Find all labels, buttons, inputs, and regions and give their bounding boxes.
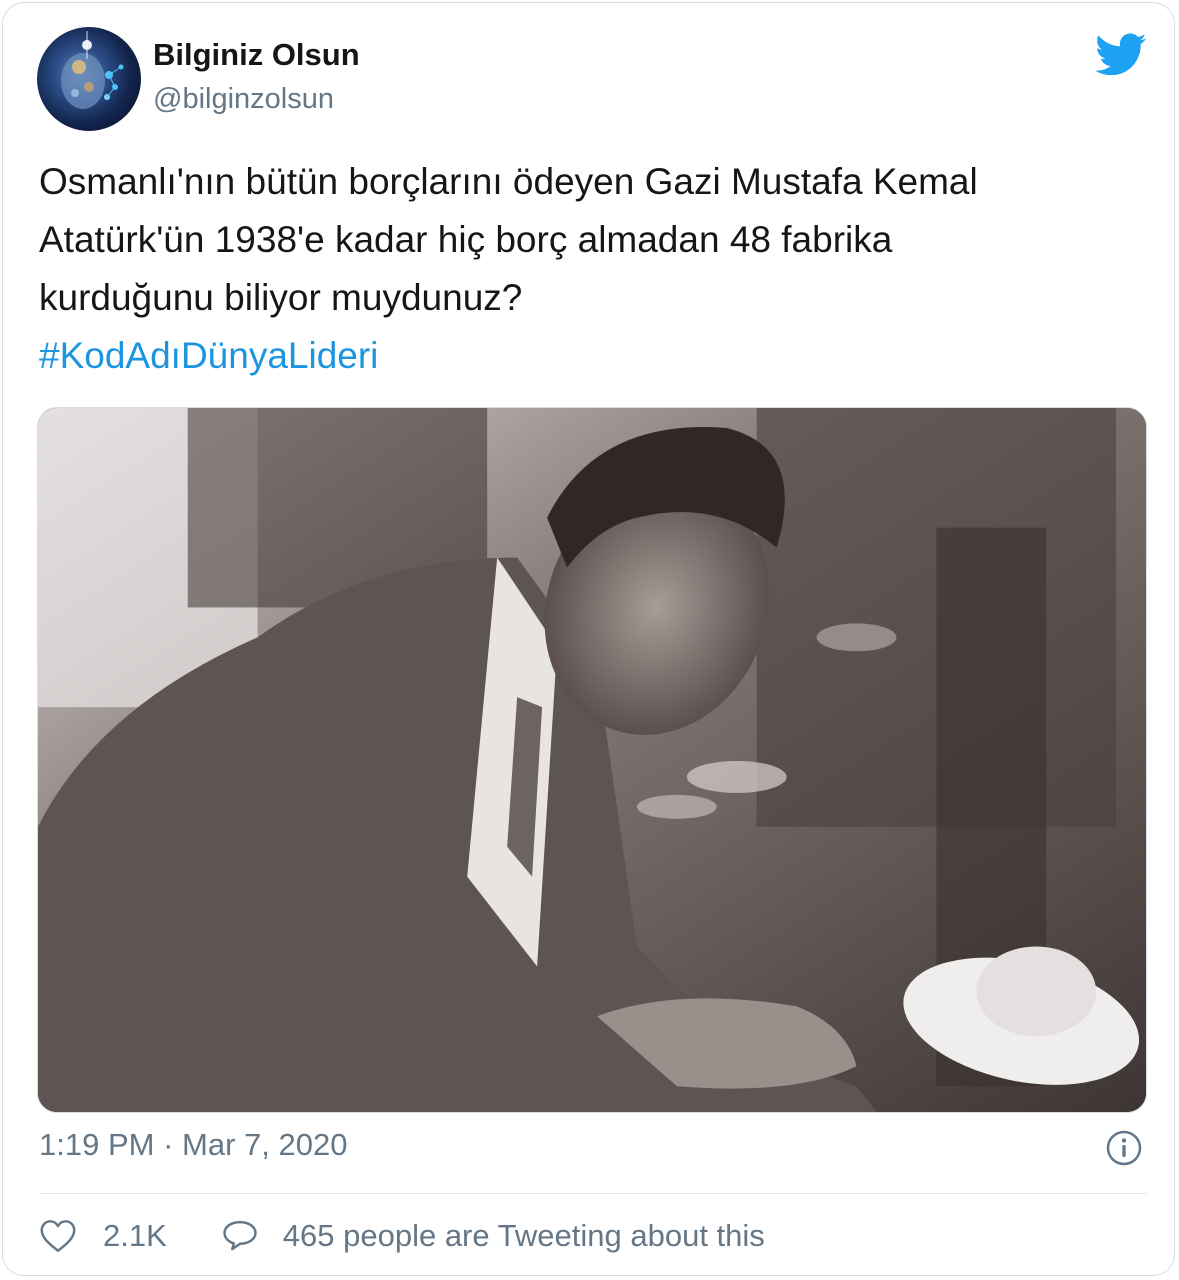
author-handle[interactable]: @bilginzolsun [153, 83, 334, 116]
tweeting-about-text: 465 people are Tweeting about this [282, 1218, 765, 1253]
tweet-time: 1:19 PM [39, 1127, 155, 1162]
speech-bubble-icon [223, 1220, 257, 1251]
tweet-text-line: Atatürk'ün 1938'e kadar hiç borç almadan… [39, 219, 893, 260]
engagement-bar: 2.1K 465 people are Tweeting about this [39, 1211, 765, 1261]
tweet-photo[interactable] [37, 407, 1147, 1113]
tweet-date: Mar 7, 2020 [182, 1127, 348, 1162]
info-icon[interactable] [1106, 1130, 1142, 1166]
tweet-text-line: Osmanlı'nın bütün borçlarını ödeyen Gazi… [39, 161, 978, 202]
twitter-bird-icon[interactable] [1095, 33, 1147, 77]
like-button[interactable]: 2.1K [39, 1218, 167, 1254]
hashtag-link[interactable]: #KodAdıDünyaLideri [39, 327, 1149, 385]
like-count: 2.1K [103, 1218, 167, 1253]
heart-icon [40, 1220, 76, 1252]
tweet-timestamp[interactable]: 1:19 PM · Mar 7, 2020 [39, 1127, 347, 1163]
tweet-text: Osmanlı'nın bütün borçlarını ödeyen Gazi… [39, 153, 1149, 385]
tweet-text-line: kurduğunu biliyor muydunuz? [39, 277, 523, 318]
avatar-image [61, 31, 124, 109]
author-avatar[interactable] [37, 27, 141, 131]
timestamp-separator: · [163, 1127, 174, 1162]
author-name[interactable]: Bilginiz Olsun [153, 37, 360, 73]
divider [39, 1193, 1147, 1194]
photo-image [38, 408, 1146, 1112]
tweeting-about-button[interactable]: 465 people are Tweeting about this [221, 1218, 765, 1254]
tweet-card: Bilginiz Olsun @bilginzolsun Osmanlı'nın… [2, 2, 1175, 1276]
